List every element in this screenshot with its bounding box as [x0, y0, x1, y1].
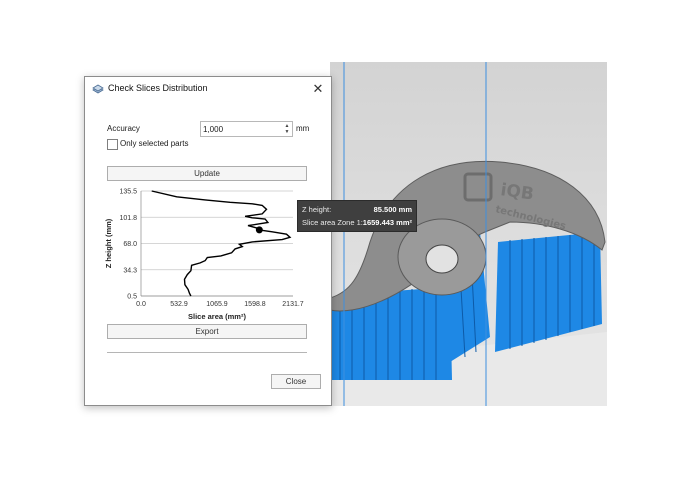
chart-grid: [141, 190, 293, 297]
x-tick-label: 0.0: [136, 301, 146, 308]
hover-marker: [255, 226, 263, 234]
x-tick-label: 2131.7: [282, 301, 304, 308]
accuracy-input[interactable]: [203, 122, 279, 136]
3d-viewport[interactable]: iQB technologies: [330, 62, 607, 406]
update-button[interactable]: Update: [107, 166, 307, 181]
dialog-titlebar[interactable]: Check Slices Distribution ✕: [85, 77, 331, 101]
accuracy-unit: mm: [296, 124, 310, 133]
tooltip-area-label: Slice area Zone 1:: [302, 218, 363, 227]
tooltip-area-value: 1659.443 mm²: [362, 218, 412, 227]
y-axis-label: Z height (mm): [104, 218, 113, 268]
accuracy-spinbox[interactable]: ▲▼: [200, 121, 293, 137]
accuracy-label: Accuracy: [107, 124, 140, 133]
y-tick-label: 68.0: [123, 241, 137, 248]
slice-distribution-chart[interactable]: 135.5 101.8 68.0 34.3 0.50.0 532.9 1065.9 1598.…: [95, 183, 325, 323]
close-button[interactable]: Close: [271, 374, 321, 389]
y-tick-label: 101.8: [119, 215, 137, 222]
x-tick-label: 1598.8: [244, 301, 266, 308]
y-tick-label: 34.3: [123, 267, 137, 274]
y-tick-label: 0.5: [127, 294, 137, 301]
y-tick-label: 135.5: [119, 189, 137, 196]
part-hole: [425, 244, 459, 274]
slices-icon: [92, 84, 104, 94]
tooltip-z-label: Z height:: [302, 205, 332, 214]
x-axis-label: Slice area (mm²): [188, 312, 246, 321]
only-selected-label: Only selected parts: [120, 139, 189, 148]
check-slices-dialog: Check Slices Distribution ✕ Accuracy ▲▼ …: [84, 76, 332, 406]
x-tick-label: 1065.9: [206, 301, 228, 308]
chart-tick-labels: 135.5 101.8 68.0 34.3 0.50.0 532.9 1065.9 1598.…: [119, 189, 303, 309]
spin-arrows-icon[interactable]: ▲ ▼: [283, 123, 291, 135]
close-icon[interactable]: ✕: [305, 77, 331, 101]
only-selected-checkbox[interactable]: [107, 139, 118, 150]
export-button[interactable]: Export: [107, 324, 307, 339]
tooltip-z-value: 85.500 mm: [373, 205, 412, 214]
dialog-title: Check Slices Distribution: [108, 83, 208, 93]
divider: [107, 352, 307, 353]
printed-part-scene: iQB technologies: [330, 62, 607, 406]
x-tick-label: 532.9: [170, 301, 188, 308]
chart-tooltip: Z height: 85.500 mm Slice area Zone 1: 1…: [297, 200, 417, 232]
